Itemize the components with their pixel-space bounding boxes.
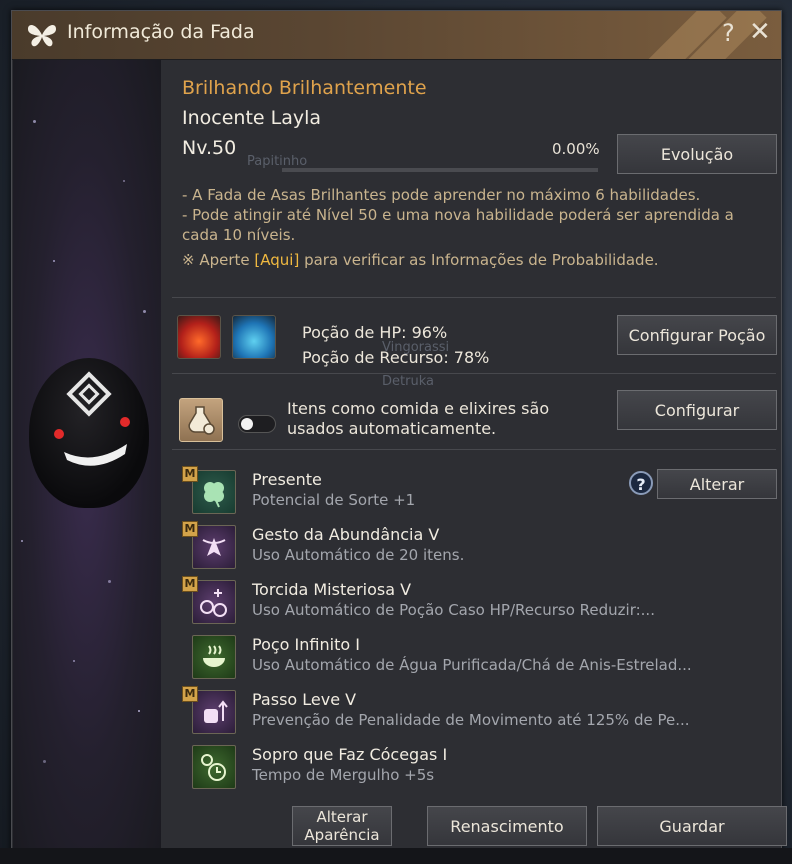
change-appearance-label-2: Aparência: [304, 826, 380, 844]
save-button[interactable]: Guardar: [597, 806, 787, 846]
skill-item[interactable]: M Passo Leve V Prevenção de Penalidade d…: [182, 686, 772, 738]
auto-use-toggle[interactable]: [238, 415, 276, 433]
change-appearance-button[interactable]: Alterar Aparência: [292, 806, 392, 846]
skill-description: Uso Automático de Poção Caso HP/Recurso …: [252, 601, 655, 619]
title-bar[interactable]: Informação da Fada ? ✕: [12, 11, 781, 60]
fairy-icon: [192, 525, 236, 569]
skill-name: Sopro que Faz Cócegas I: [252, 745, 448, 764]
background-text: Vingorassi: [382, 340, 450, 355]
game-taskbar: [0, 848, 792, 864]
fairy-subtitle: Brilhando Brilhantemente: [182, 77, 427, 99]
skill-item[interactable]: M Torcida Misteriosa V Uso Automático de…: [182, 576, 772, 628]
fairy-character: [29, 358, 149, 508]
auto-use-description: Itens como comida e elixires são usados …: [287, 399, 550, 438]
divider: [172, 373, 776, 374]
skill-description: Tempo de Mergulho +5s: [252, 766, 435, 784]
master-badge: M: [182, 521, 198, 537]
divider: [172, 449, 776, 450]
background-text: Detruka: [382, 374, 434, 389]
probability-suffix: para verificar as Informações de Probabi…: [299, 251, 659, 269]
help-button[interactable]: ?: [722, 19, 735, 47]
hp-potion-icon: [177, 315, 221, 359]
skill-name: Presente: [252, 470, 322, 489]
skill-name: Poço Infinito I: [252, 635, 360, 654]
skill-item[interactable]: Poço Infinito I Uso Automático de Água P…: [182, 633, 772, 683]
background-text: Papitinho: [247, 154, 308, 169]
window-title: Informação da Fada: [67, 21, 255, 43]
bowl-icon: [192, 635, 236, 679]
skill-description: Uso Automático de 20 itens.: [252, 546, 465, 564]
master-badge: M: [182, 686, 198, 702]
master-badge: M: [182, 466, 198, 482]
skill-description: Potencial de Sorte +1: [252, 491, 416, 509]
skill-item[interactable]: Sopro que Faz Cócegas I Tempo de Mergulh…: [182, 743, 772, 793]
potion-gear-icon: [179, 398, 223, 442]
fairy-level: Nv.50: [182, 137, 237, 159]
skill-description: Uso Automático de Água Purificada/Chá de…: [252, 656, 692, 674]
probability-prefix: ※ Aperte: [182, 251, 255, 269]
master-badge: M: [182, 576, 198, 592]
skill-name: Gesto da Abundância V: [252, 525, 440, 544]
description-line-1: - A Fada de Asas Brilhantes pode aprende…: [182, 186, 701, 204]
bag-arrow-icon: [192, 690, 236, 734]
bubble-timer-icon: [192, 745, 236, 789]
skill-description: Prevenção de Penalidade de Movimento até…: [252, 711, 690, 729]
configure-items-button[interactable]: Configurar: [617, 390, 777, 430]
description-line-2: - Pode atingir até Nível 50 e uma nova h…: [182, 206, 734, 244]
potion-cheer-icon: [192, 580, 236, 624]
rebirth-button[interactable]: Renascimento: [427, 806, 587, 846]
butterfly-icon: [28, 25, 56, 47]
fairy-name: Inocente Layla: [182, 107, 322, 129]
resource-potion-icon: [232, 315, 276, 359]
experience-bar: [282, 168, 598, 172]
evolution-button[interactable]: Evolução: [617, 134, 777, 174]
change-appearance-label-1: Alterar: [316, 808, 368, 826]
fairy-portrait-panel: [13, 60, 161, 853]
fairy-info-content: Brilhando Brilhantemente Inocente Layla …: [162, 60, 787, 853]
probability-link[interactable]: [Aqui]: [254, 251, 299, 269]
toggle-knob: [241, 418, 253, 430]
skill-item[interactable]: M Gesto da Abundância V Uso Automático d…: [182, 521, 772, 573]
close-button[interactable]: ✕: [749, 19, 771, 45]
skill-name: Passo Leve V: [252, 690, 357, 709]
experience-percent: 0.00%: [552, 140, 600, 158]
configure-potion-button[interactable]: Configurar Poção: [617, 315, 777, 355]
skill-name: Torcida Misteriosa V: [252, 580, 412, 599]
fairy-face-icon: [54, 371, 130, 466]
clover-icon: [192, 470, 236, 514]
divider: [172, 297, 776, 298]
skill-item[interactable]: M Presente Potencial de Sorte +1: [182, 466, 772, 518]
fairy-info-window: Informação da Fada ? ✕ Brilhando Brilhan…: [11, 10, 787, 854]
probability-note: ※ Aperte [Aqui] para verificar as Inform…: [182, 251, 659, 269]
